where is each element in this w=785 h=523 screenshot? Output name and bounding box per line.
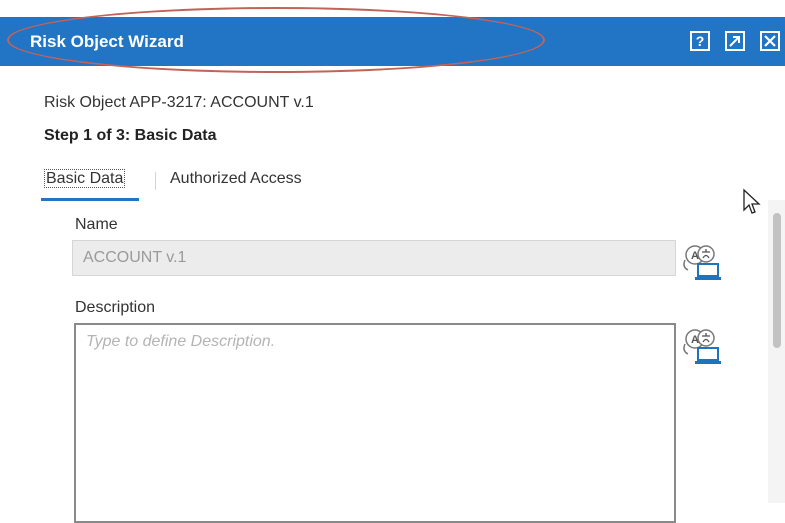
dialog-titlebar: Risk Object Wizard ? <box>0 17 785 66</box>
popout-icon <box>729 36 740 47</box>
step-indicator: Step 1 of 3: Basic Data <box>44 127 217 144</box>
translate-icon[interactable]: A <box>680 324 724 368</box>
tab-authorized-access-label: Authorized Access <box>170 170 302 187</box>
dialog-title: Risk Object Wizard <box>30 32 184 51</box>
translate-icon[interactable]: A <box>680 240 724 284</box>
scrollbar-thumb[interactable] <box>773 213 781 348</box>
active-tab-indicator <box>41 198 139 201</box>
close-icon <box>764 35 776 47</box>
help-icon: ? <box>695 33 705 49</box>
close-button[interactable] <box>760 31 780 51</box>
help-button[interactable]: ? <box>690 31 710 51</box>
tab-basic-data-label: Basic Data <box>44 169 126 188</box>
mouse-cursor-icon <box>743 188 761 214</box>
popout-button[interactable] <box>725 31 745 51</box>
name-label: Name <box>75 216 118 233</box>
risk-object-header: Risk Object APP-3217: ACCOUNT v.1 <box>44 94 314 111</box>
tab-basic-data[interactable]: Basic Data <box>41 169 139 201</box>
tab-separator <box>155 172 156 190</box>
description-field[interactable] <box>74 323 676 523</box>
description-label: Description <box>75 299 156 316</box>
name-field[interactable] <box>72 240 676 276</box>
tab-authorized-access[interactable]: Authorized Access <box>170 170 302 188</box>
